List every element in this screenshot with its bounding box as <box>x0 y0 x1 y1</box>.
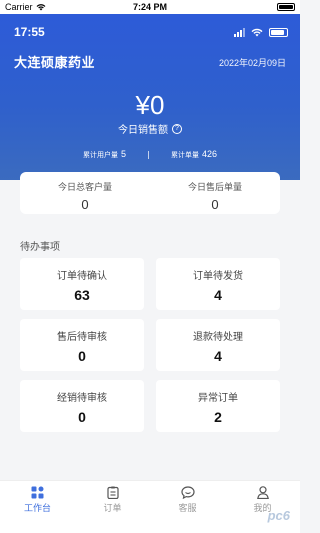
todo-label: 经销待审核 <box>57 393 107 404</box>
bottom-tab-bar: 工作台 订单 客服 我的 <box>0 480 300 533</box>
todo-card-abnormal-orders[interactable]: 异常订单 2 <box>156 380 280 432</box>
wifi-icon <box>251 28 263 36</box>
store-name: 大连硕康药业 <box>14 55 96 70</box>
sales-label-group[interactable]: 今日销售额 ? <box>0 121 300 136</box>
sales-amount: ¥0 <box>135 90 165 120</box>
todo-label: 订单待确认 <box>57 271 107 282</box>
battery-icon <box>277 3 295 11</box>
todo-card-aftersales-review[interactable]: 售后待审核 0 <box>20 319 144 371</box>
todo-count: 63 <box>74 287 90 303</box>
phone-status-icons <box>234 27 288 37</box>
todo-label: 订单待发货 <box>193 271 243 282</box>
cumulative-orders-label: 累计单量 <box>170 152 199 159</box>
today-aftersales-value: 0 <box>211 197 219 212</box>
battery-icon <box>269 27 288 37</box>
cumulative-users-value: 5 <box>120 149 126 159</box>
todo-label: 售后待审核 <box>57 332 107 343</box>
todo-count: 2 <box>214 409 222 425</box>
grid-icon <box>31 486 44 498</box>
current-date: 2022年02月09日 <box>218 58 286 68</box>
cumulative-users-label: 累计用户量 <box>82 152 118 159</box>
todo-count: 0 <box>78 409 86 425</box>
tab-profile[interactable]: 我的 <box>225 481 300 533</box>
tab-label: 订单 <box>103 503 122 513</box>
watermark-logo: pc6 <box>267 508 290 523</box>
sales-label: 今日销售额 <box>118 125 168 136</box>
stats-divider <box>147 150 149 159</box>
clipboard-icon <box>106 486 119 499</box>
simulator-time: 7:24 PM <box>132 2 167 12</box>
tab-customer-service[interactable]: 客服 <box>150 481 225 533</box>
todo-card-refund-pending[interactable]: 退款待处理 4 <box>156 319 280 371</box>
today-customers[interactable]: 今日总客户量 0 <box>20 172 150 214</box>
today-customers-label: 今日总客户量 <box>57 182 112 192</box>
todo-card-distribution-review[interactable]: 经销待审核 0 <box>20 380 144 432</box>
tab-workbench[interactable]: 工作台 <box>0 481 75 533</box>
todo-card-pending-confirm[interactable]: 订单待确认 63 <box>20 258 144 310</box>
tab-label: 客服 <box>178 503 197 513</box>
todo-count: 4 <box>214 287 222 303</box>
cumulative-users: 累计用户量 5 <box>83 149 126 160</box>
signal-icon <box>234 27 245 37</box>
chat-icon <box>180 485 195 499</box>
simulator-status-bar: Carrier 7:24 PM <box>0 0 300 14</box>
question-circle-icon[interactable]: ? <box>172 123 182 134</box>
todo-count: 4 <box>214 348 222 364</box>
todo-section-title: 待办事项 <box>20 242 60 253</box>
todo-label: 退款待处理 <box>193 332 243 343</box>
today-aftersales[interactable]: 今日售后单量 0 <box>150 172 280 214</box>
phone-time: 17:55 <box>14 25 45 39</box>
tab-orders[interactable]: 订单 <box>75 481 150 533</box>
todo-label: 异常订单 <box>198 393 238 404</box>
dashboard-header: 17:55 大连硕康药业 2022年02月09日 ¥0 今日销售额 ? 累计用户… <box>0 14 300 180</box>
today-customers-value: 0 <box>81 197 89 212</box>
cumulative-orders: 累计单量 426 <box>171 149 217 160</box>
today-aftersales-label: 今日售后单量 <box>187 182 242 192</box>
cumulative-stats: 累计用户量 5 累计单量 426 <box>0 149 300 160</box>
cumulative-orders-value: 426 <box>201 149 218 159</box>
todo-card-pending-shipment[interactable]: 订单待发货 4 <box>156 258 280 310</box>
todo-count: 0 <box>78 348 86 364</box>
today-summary-card: 今日总客户量 0 今日售后单量 0 <box>20 172 280 214</box>
phone-status-bar: 17:55 <box>14 24 288 40</box>
user-icon <box>256 485 269 499</box>
tab-label: 工作台 <box>23 503 51 513</box>
